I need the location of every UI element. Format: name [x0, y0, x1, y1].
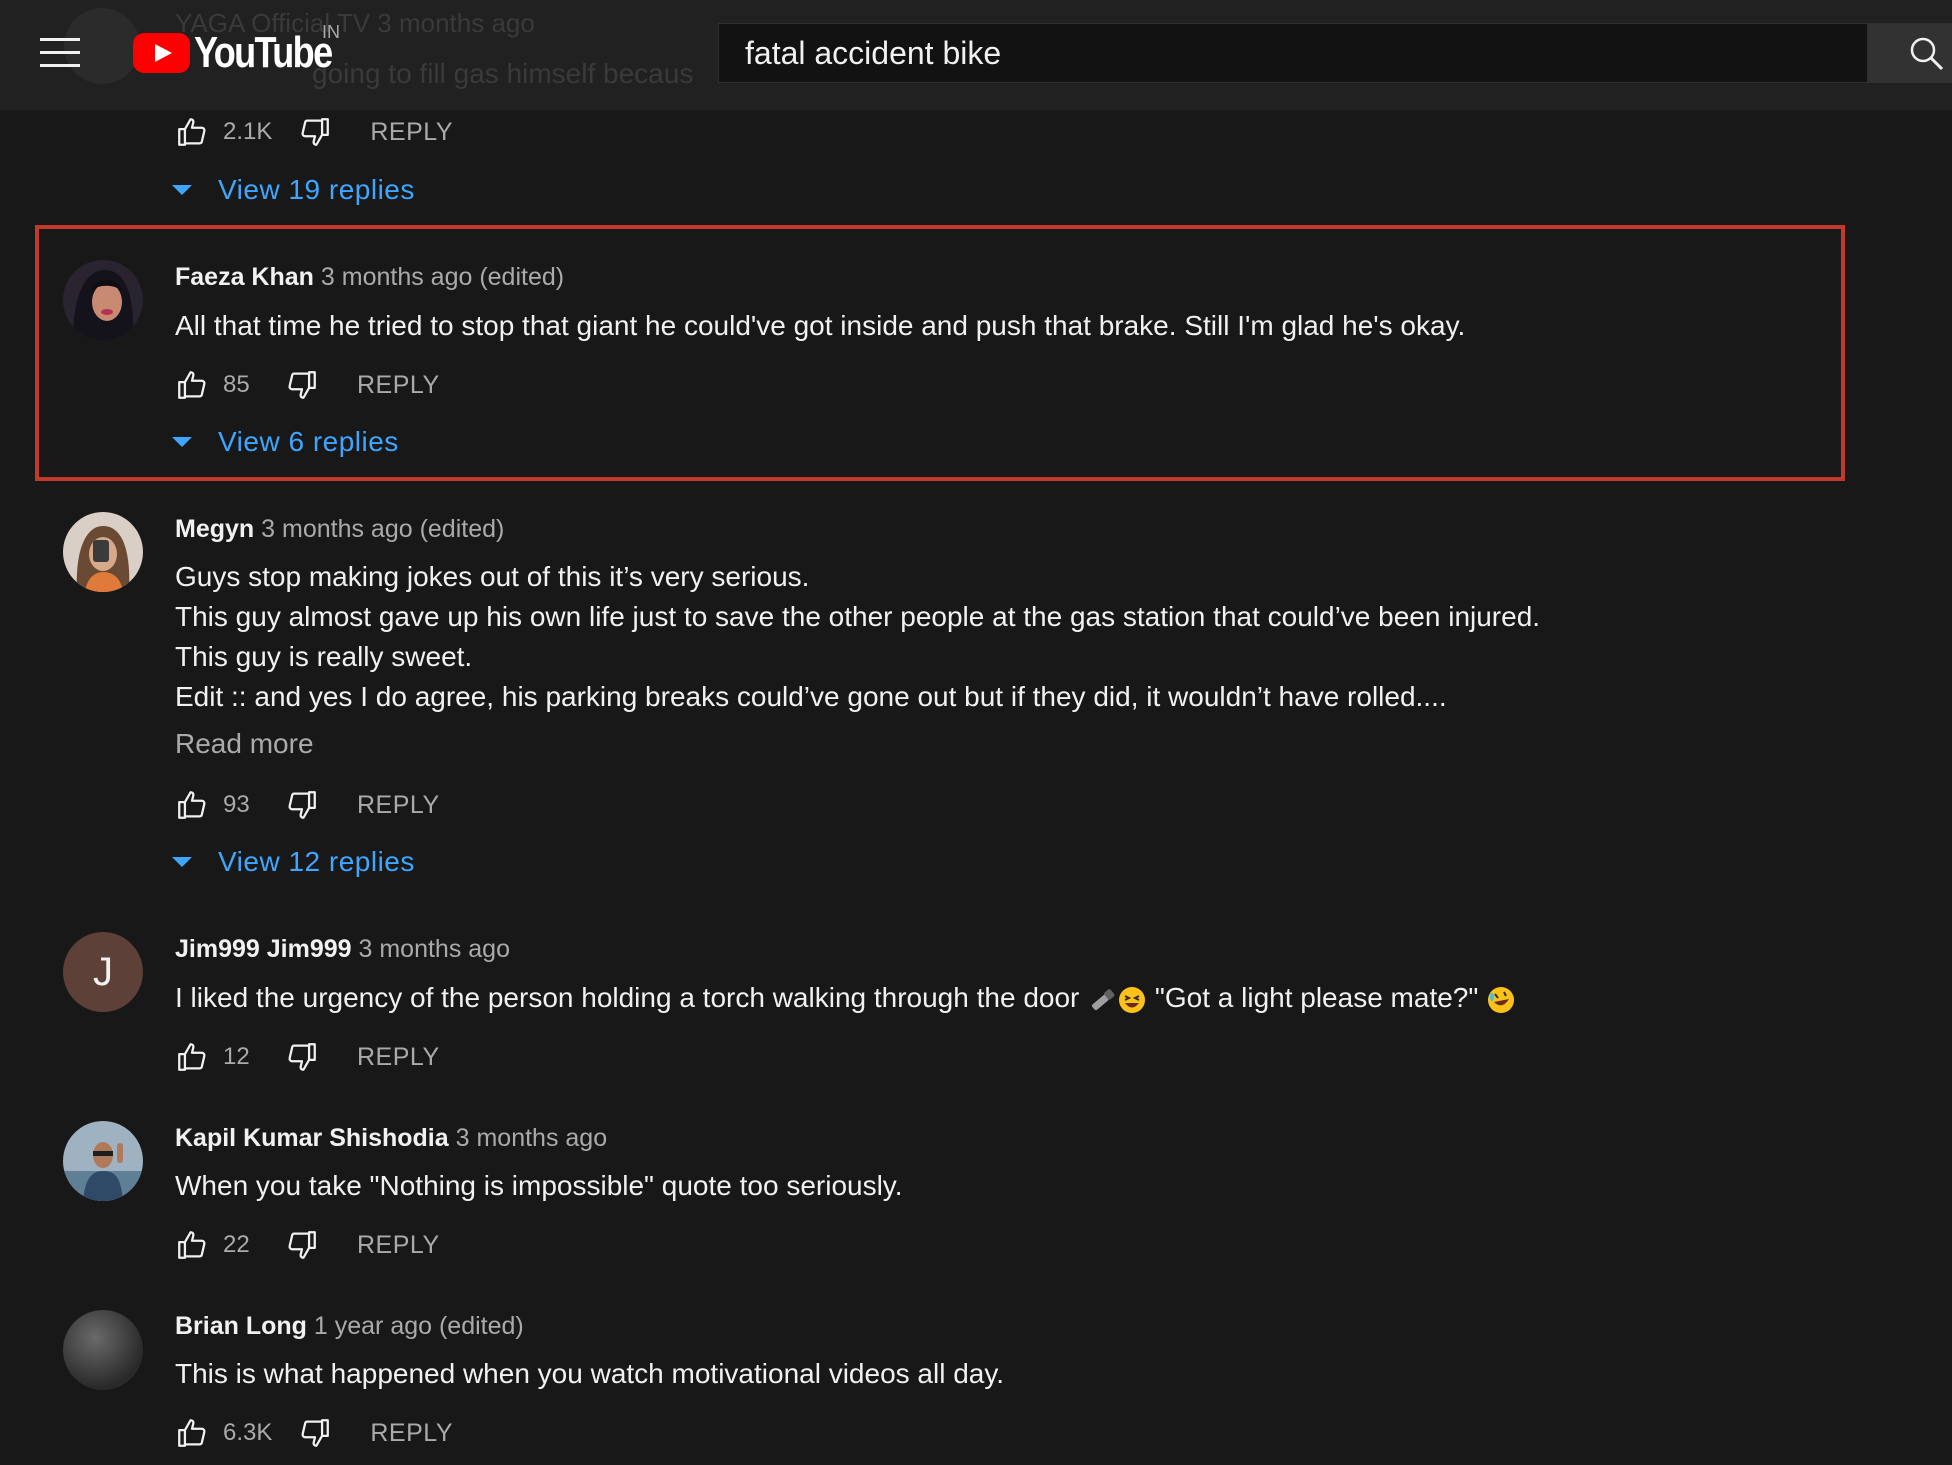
comment-actions: 6.3K REPLY [175, 1413, 453, 1453]
comment-header: Brian Long 1 year ago (edited) [175, 1312, 524, 1341]
comment-timestamp[interactable]: 3 months ago [358, 935, 510, 963]
avatar[interactable] [63, 1310, 143, 1390]
like-count: 22 [223, 1231, 250, 1258]
view-replies-label: View 19 replies [218, 174, 415, 205]
comment-timestamp[interactable]: 1 year ago (edited) [314, 1312, 524, 1340]
comment-header: Jim999 Jim999 3 months ago [175, 935, 510, 964]
like-icon[interactable] [175, 1228, 209, 1262]
view-replies-button[interactable]: View 12 replies [172, 842, 415, 882]
comment-timestamp[interactable]: 3 months ago [456, 1124, 608, 1152]
region-code: IN [322, 22, 340, 42]
like-count: 85 [223, 371, 250, 398]
search-input[interactable] [743, 33, 1867, 73]
comment-timestamp[interactable]: 3 months ago (edited) [261, 515, 504, 543]
comment-timestamp[interactable]: 3 months ago (edited) [321, 263, 564, 291]
comment-actions: 22 REPLY [175, 1225, 440, 1265]
reply-button[interactable]: REPLY [357, 371, 440, 400]
avatar-image [63, 1121, 143, 1201]
menu-icon[interactable] [40, 38, 80, 68]
reply-button[interactable]: REPLY [370, 1419, 453, 1448]
dislike-icon[interactable] [298, 1416, 332, 1450]
reply-button[interactable]: REPLY [357, 1043, 440, 1072]
like-count: 12 [223, 1043, 250, 1070]
dislike-icon[interactable] [285, 1040, 319, 1074]
avatar-image [63, 512, 143, 592]
reply-button[interactable]: REPLY [370, 118, 453, 147]
comment-actions: 85 REPLY [175, 365, 440, 405]
like-icon[interactable] [175, 1416, 209, 1450]
author-name[interactable]: Kapil Kumar Shishodia [175, 1124, 449, 1152]
view-replies-label: View 6 replies [218, 426, 399, 457]
view-replies-button[interactable]: View 19 replies [172, 170, 415, 210]
search-box [718, 23, 1868, 83]
comment-actions: 93 REPLY [175, 785, 440, 825]
avatar[interactable] [63, 512, 143, 592]
author-name[interactable]: Megyn [175, 515, 254, 543]
rofl-emoji-icon [1488, 986, 1515, 1013]
dislike-icon[interactable] [285, 368, 319, 402]
caret-down-icon [172, 857, 192, 867]
like-icon[interactable] [175, 788, 209, 822]
avatar[interactable] [63, 260, 143, 340]
comment-text: Guys stop making jokes out of this it’s … [175, 561, 1541, 712]
author-name[interactable]: Jim999 Jim999 [175, 935, 352, 963]
dislike-icon[interactable] [285, 788, 319, 822]
comment-header: Megyn 3 months ago (edited) [175, 515, 504, 544]
caret-down-icon [172, 437, 192, 447]
comment-actions: 12 REPLY [175, 1037, 440, 1077]
author-name[interactable]: Faeza Khan [175, 263, 314, 291]
view-replies-button[interactable]: View 6 replies [172, 422, 399, 462]
like-count: 93 [223, 791, 250, 818]
like-count: 2.1K [223, 118, 273, 145]
comment-text-part: I liked the urgency of the person holdin… [175, 982, 1080, 1013]
comment-header: Kapil Kumar Shishodia 3 months ago [175, 1124, 607, 1153]
reply-button[interactable]: REPLY [357, 1231, 440, 1260]
comment-header: Faeza Khan 3 months ago (edited) [175, 263, 564, 292]
comment-text: All that time he tried to stop that gian… [175, 310, 1466, 341]
search-button[interactable] [1868, 23, 1952, 83]
flashlight-emoji-icon [1092, 988, 1115, 1010]
laughing-emoji-icon [1119, 986, 1146, 1013]
comment-actions: 2.1K REPLY [175, 112, 453, 152]
avatar[interactable]: J [63, 932, 143, 1012]
avatar-letter: J [93, 949, 113, 994]
brand-name: YouTube [194, 28, 333, 77]
comment-text: This is what happened when you watch mot… [175, 1358, 1005, 1389]
caret-down-icon [172, 185, 192, 195]
dislike-icon[interactable] [285, 1228, 319, 1262]
youtube-play-icon [133, 33, 190, 73]
like-count: 6.3K [223, 1419, 273, 1446]
comment-text: I liked the urgency of the person holdin… [175, 978, 1516, 1018]
dislike-icon[interactable] [298, 115, 332, 149]
like-icon[interactable] [175, 368, 209, 402]
read-more-button[interactable]: Read more [175, 728, 314, 760]
avatar-image [63, 260, 143, 340]
view-replies-label: View 12 replies [218, 846, 415, 877]
like-icon[interactable] [175, 115, 209, 149]
masthead: YAGA Official TV 3 months ago going to f… [0, 0, 1952, 110]
comment-text: When you take "Nothing is impossible" qu… [175, 1170, 903, 1201]
search-icon [1910, 37, 1944, 71]
avatar[interactable] [63, 1121, 143, 1201]
comment-text-part: "Got a light please mate?" [1154, 982, 1479, 1013]
like-icon[interactable] [175, 1040, 209, 1074]
behind-comment-text: going to fill gas himself becaus [312, 58, 694, 89]
reply-button[interactable]: REPLY [357, 791, 440, 820]
author-name[interactable]: Brian Long [175, 1312, 307, 1340]
